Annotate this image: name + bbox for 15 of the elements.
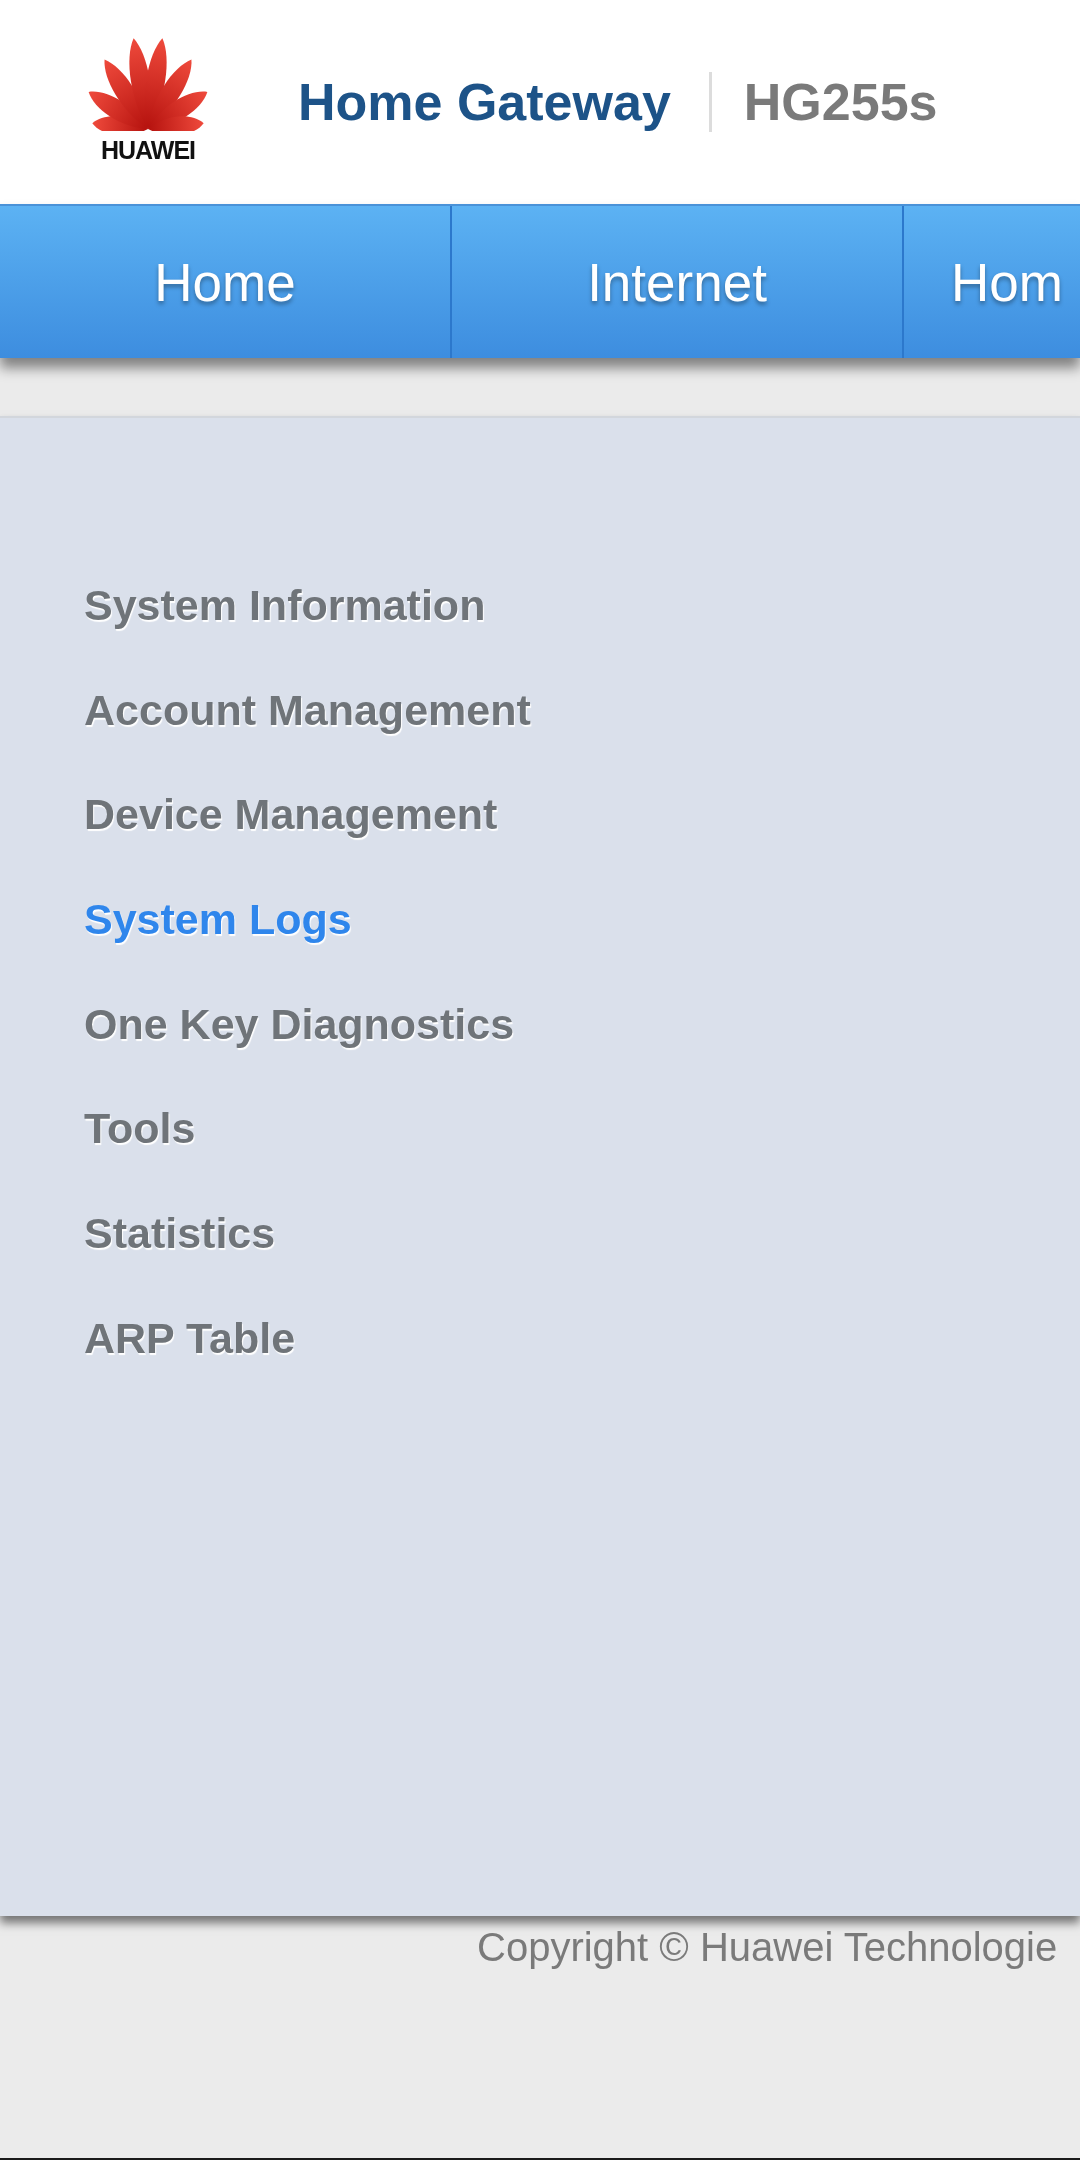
- menu-item[interactable]: Statistics: [84, 1181, 276, 1286]
- copyright-text: Copyright © Huawei Technologie: [477, 1925, 1058, 1969]
- nav-tab[interactable]: Home: [0, 206, 452, 358]
- nav-tab[interactable]: Internet: [452, 206, 904, 358]
- model-name: HG255s: [743, 72, 938, 132]
- menu-item[interactable]: System Logs: [84, 867, 352, 972]
- menu-item[interactable]: Tools: [84, 1076, 196, 1182]
- menu-item[interactable]: ARP Table: [84, 1285, 296, 1391]
- logo-text: HUAWEI: [101, 138, 195, 163]
- app-title: Home Gateway: [298, 72, 671, 132]
- nav-tab[interactable]: Hom: [904, 206, 1080, 358]
- menu-item[interactable]: System Information: [84, 553, 486, 658]
- menu-item[interactable]: Device Management: [84, 762, 498, 868]
- menu-item[interactable]: Account Management: [84, 657, 531, 763]
- menu-item[interactable]: One Key Diagnostics: [84, 971, 515, 1077]
